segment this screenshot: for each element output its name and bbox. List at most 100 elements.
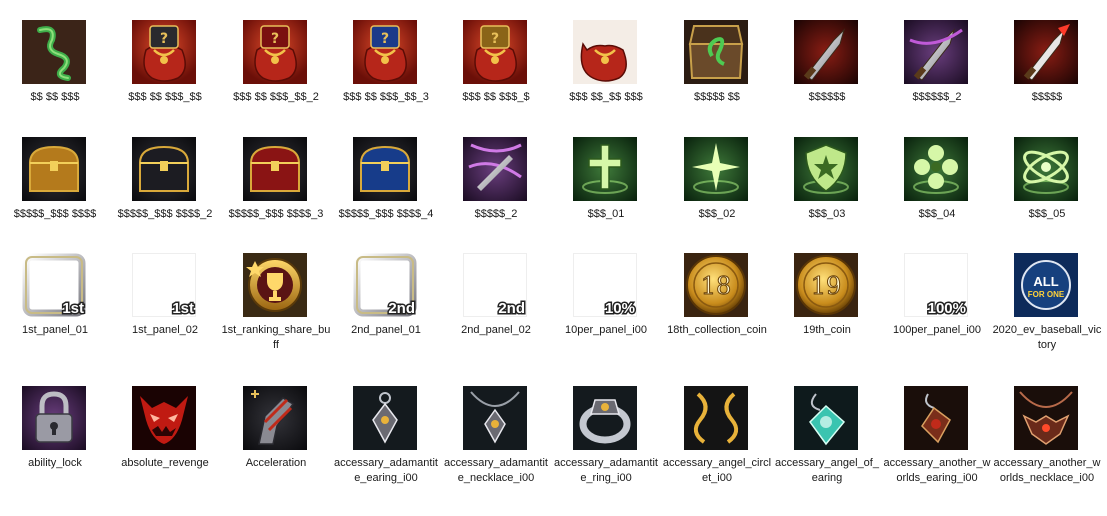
file-name-label: $$$$$ <box>1031 91 1063 103</box>
svg-text:18: 18 <box>701 272 732 300</box>
file-name-label: 19th_coin <box>803 324 851 336</box>
file-item[interactable]: $$$$$_2 <box>441 137 551 267</box>
file-name-label: $$ $$ $$$ <box>30 91 80 103</box>
file-name-label: 2020_ev_baseball_victory <box>992 324 1102 351</box>
bat-necklace-icon[interactable] <box>1014 386 1078 450</box>
file-item[interactable]: accessary_angel_circlet_i00 <box>662 386 772 516</box>
crimson-dagger-icon[interactable] <box>794 20 858 84</box>
file-item[interactable]: $$$$$ <box>992 20 1102 150</box>
file-item[interactable]: $$$_02 <box>662 137 772 267</box>
diamond-earring-icon[interactable] <box>353 386 417 450</box>
silver-frame-icon[interactable]: 2nd <box>353 253 417 317</box>
red-pouch-red-box-icon[interactable]: ? <box>243 20 307 84</box>
red-blade-icon[interactable] <box>1014 20 1078 84</box>
file-item[interactable]: accessary_adamantite_ring_i00 <box>551 386 661 516</box>
gold-coin-icon[interactable]: 18 <box>684 253 748 317</box>
file-item[interactable]: $$$_03 <box>772 137 882 267</box>
gold-coin-icon[interactable]: 19 <box>794 253 858 317</box>
file-item[interactable]: ability_lock <box>0 386 110 516</box>
demon-face-icon[interactable] <box>132 386 196 450</box>
svg-text:2nd: 2nd <box>498 300 525 317</box>
file-name-label: $$$ $$ $$$_$$_3 <box>343 91 429 103</box>
file-item[interactable]: accessary_adamantite_earing_i00 <box>331 386 441 516</box>
trophy-badge-icon[interactable] <box>243 253 307 317</box>
gold-circlet-icon[interactable] <box>684 386 748 450</box>
file-item[interactable]: accessary_another_worlds_necklace_i00 <box>992 386 1102 516</box>
file-item[interactable]: 1st_ranking_share_buff <box>221 253 331 383</box>
green-cross-icon[interactable] <box>573 137 637 201</box>
blank-panel-icon[interactable]: 2nd <box>463 253 527 317</box>
file-item[interactable]: $$$_04 <box>882 137 992 267</box>
green-serpent-icon[interactable] <box>22 20 86 84</box>
red-pouch-icon[interactable] <box>573 20 637 84</box>
red-pouch-black-box-icon[interactable]: ? <box>132 20 196 84</box>
file-item[interactable]: accessary_another_worlds_earing_i00 <box>882 386 992 516</box>
green-clover-icon[interactable] <box>904 137 968 201</box>
file-name-label: 10per_panel_i00 <box>565 324 647 336</box>
green-orbit-icon[interactable] <box>1014 137 1078 201</box>
file-item[interactable]: $$ $$ $$$ <box>0 20 110 150</box>
violet-dagger-icon[interactable] <box>904 20 968 84</box>
gold-chest-icon[interactable] <box>22 137 86 201</box>
file-item[interactable]: $$$$$$ <box>772 20 882 150</box>
svg-text:1st: 1st <box>62 300 84 317</box>
file-item[interactable]: 18 18th_collection_coin <box>662 253 772 383</box>
file-item[interactable]: $$$ $$_$$ $$$ <box>551 20 661 150</box>
red-chest-icon[interactable] <box>243 137 307 201</box>
green-star-icon[interactable] <box>684 137 748 201</box>
file-item[interactable]: Acceleration <box>221 386 331 516</box>
green-shield-icon[interactable] <box>794 137 858 201</box>
file-item[interactable]: 1st 1st_panel_02 <box>110 253 220 383</box>
file-item[interactable]: ? $$$ $$ $$$_$$ <box>110 20 220 150</box>
file-item[interactable]: absolute_revenge <box>110 386 220 516</box>
file-item[interactable]: $$$_01 <box>551 137 661 267</box>
file-item[interactable]: 2nd 2nd_panel_01 <box>331 253 441 383</box>
file-item[interactable]: $$$$$ $$ <box>662 20 772 150</box>
red-pouch-blue-box-icon[interactable]: ? <box>353 20 417 84</box>
file-item[interactable]: $$$_05 <box>992 137 1102 267</box>
file-item[interactable]: $$$$$_$$$ $$$$_2 <box>110 137 220 267</box>
silver-frame-icon[interactable]: 1st <box>22 253 86 317</box>
teal-earring-icon[interactable] <box>794 386 858 450</box>
file-item[interactable]: 2nd 2nd_panel_02 <box>441 253 551 383</box>
file-item[interactable]: $$$$$$_2 <box>882 20 992 150</box>
file-item[interactable]: 1st 1st_panel_01 <box>0 253 110 383</box>
svg-text:ALL: ALL <box>1033 274 1058 289</box>
file-name-label: $$$ $$ $$$_$ <box>462 91 530 103</box>
file-item[interactable]: ? $$$ $$ $$$_$$_2 <box>221 20 331 150</box>
silver-ring-icon[interactable] <box>573 386 637 450</box>
file-item[interactable]: accessary_angel_of_earing <box>772 386 882 516</box>
file-item[interactable]: 10% 10per_panel_i00 <box>551 253 661 383</box>
black-chest-icon[interactable] <box>132 137 196 201</box>
svg-text:100%: 100% <box>928 300 966 317</box>
baseball-badge-icon[interactable]: ALL FOR ONE <box>1014 253 1078 317</box>
blank-panel-icon[interactable]: 1st <box>132 253 196 317</box>
file-item[interactable]: $$$$$_$$$ $$$$_3 <box>221 137 331 267</box>
file-item[interactable]: $$$$$_$$$ $$$$ <box>0 137 110 267</box>
blank-panel-icon[interactable]: 10% <box>573 253 637 317</box>
file-item[interactable]: ? $$$ $$ $$$_$ <box>441 20 551 150</box>
file-item[interactable]: ALL FOR ONE 2020_ev_baseball_victory <box>992 253 1102 383</box>
red-pouch-gold-box-icon[interactable]: ? <box>463 20 527 84</box>
file-item[interactable]: 100% 100per_panel_i00 <box>882 253 992 383</box>
blank-panel-icon[interactable]: 100% <box>904 253 968 317</box>
file-name-label: accessary_another_worlds_earing_i00 <box>883 457 991 484</box>
file-item[interactable]: ? $$$ $$ $$$_$$_3 <box>331 20 441 150</box>
svg-text:?: ? <box>381 31 389 47</box>
file-name-label: accessary_adamantite_ring_i00 <box>554 457 658 484</box>
open-chest-serpent-icon[interactable] <box>684 20 748 84</box>
svg-text:10%: 10% <box>605 300 635 317</box>
padlock-icon[interactable] <box>22 386 86 450</box>
blue-chest-icon[interactable] <box>353 137 417 201</box>
diamond-necklace-icon[interactable] <box>463 386 527 450</box>
file-name-label: ability_lock <box>28 457 82 469</box>
file-item[interactable]: 19 19th_coin <box>772 253 882 383</box>
file-item[interactable]: accessary_adamantite_necklace_i00 <box>441 386 551 516</box>
file-name-label: $$$_03 <box>808 208 846 220</box>
crimson-earring-icon[interactable] <box>904 386 968 450</box>
file-name-label: $$$_02 <box>698 208 736 220</box>
armored-gauntlet-icon[interactable] <box>243 386 307 450</box>
file-name-label: accessary_angel_circlet_i00 <box>662 457 772 484</box>
ribbon-dagger-icon[interactable] <box>463 137 527 201</box>
file-item[interactable]: $$$$$_$$$ $$$$_4 <box>331 137 441 267</box>
